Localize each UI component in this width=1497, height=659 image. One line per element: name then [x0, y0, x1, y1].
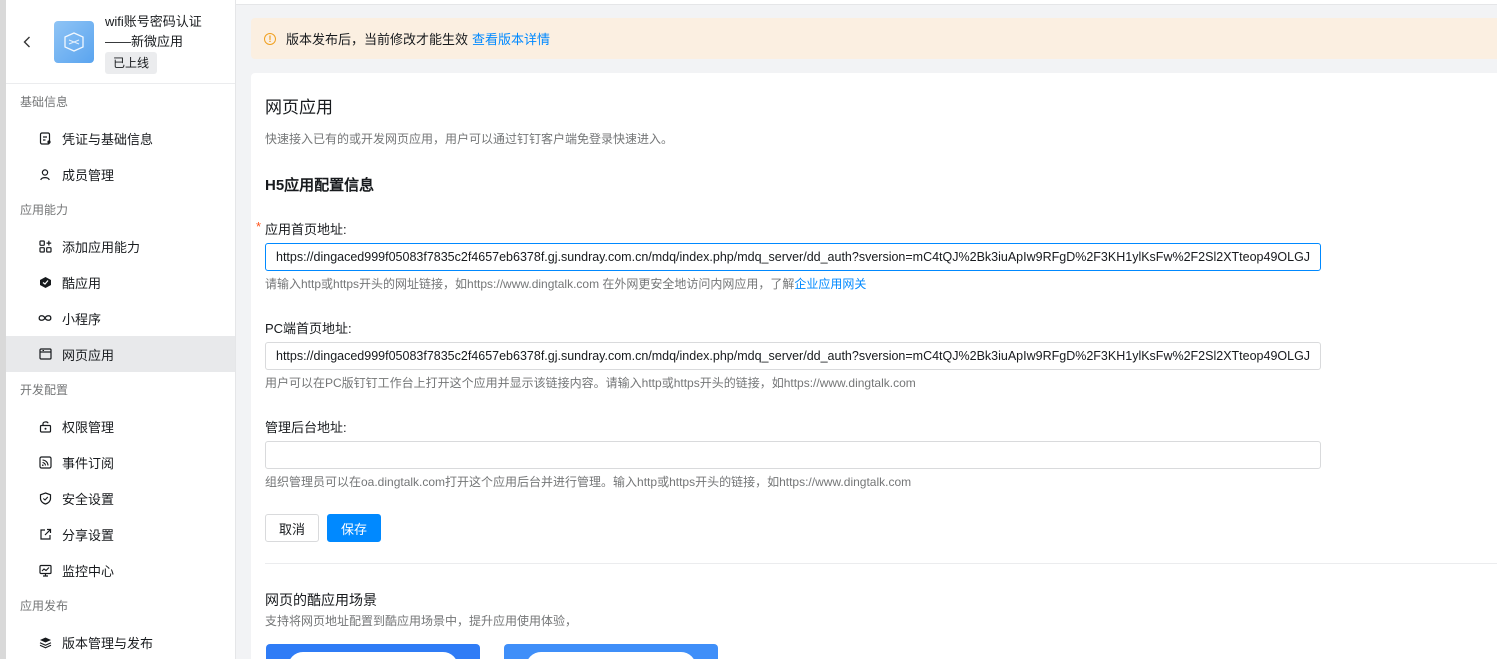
release-notice: ! 版本发布后，当前修改才能生效 查看版本详情 — [251, 18, 1497, 59]
sidebar-item-monitor[interactable]: 监控中心 — [6, 552, 235, 588]
section-title: H5应用配置信息 — [265, 177, 375, 194]
sidebar-item-mini-program[interactable]: 小程序 — [6, 300, 235, 336]
save-button[interactable]: 保存 — [327, 514, 381, 542]
admin-url-input[interactable] — [265, 441, 1321, 469]
nav-group-label: 基础信息 — [20, 95, 69, 109]
sidebar-item-label: 监控中心 — [62, 563, 115, 579]
pc-url-label: PC端首页地址: — [265, 321, 352, 336]
admin-url-label: 管理后台地址: — [265, 420, 347, 435]
cancel-button[interactable]: 取消 — [265, 514, 319, 542]
view-version-details-link[interactable]: 查看版本详情 — [472, 29, 550, 48]
back-button[interactable] — [20, 34, 34, 50]
sidebar-item-label: 成员管理 — [62, 167, 115, 183]
sidebar-item-label: 版本管理与发布 — [62, 635, 154, 651]
layers-icon — [38, 635, 52, 649]
sidebar: wifi账号密码认证——新微应用 已上线 基础信息 凭证与基础信息 成员管理 应… — [6, 0, 236, 659]
sidebar-item-security[interactable]: 安全设置 — [6, 480, 235, 516]
home-url-label: * 应用首页地址: — [256, 219, 347, 238]
scene-card[interactable] — [266, 644, 480, 659]
scene-card-preview — [288, 652, 458, 659]
sidebar-item-add-capability[interactable]: 添加应用能力 — [6, 228, 235, 264]
sidebar-item-label: 安全设置 — [62, 491, 115, 507]
rss-icon — [38, 455, 52, 469]
divider — [265, 563, 1497, 564]
sidebar-item-cool-app[interactable]: 酷应用 — [6, 264, 235, 300]
pc-url-input[interactable] — [265, 342, 1321, 370]
nav-group-basic: 基础信息 凭证与基础信息 成员管理 — [6, 84, 235, 192]
nav-group-dev-config: 开发配置 权限管理 事件订阅 安全设置 分享设置 监控中心 — [6, 372, 235, 588]
shield-icon — [38, 491, 52, 505]
main-content: ! 版本发布后，当前修改才能生效 查看版本详情 网页应用 快速接入已有的或开发网… — [236, 0, 1497, 659]
member-icon — [38, 167, 52, 181]
lock-icon — [38, 419, 52, 433]
monitor-icon — [38, 563, 52, 577]
admin-url-help: 组织管理员可以在oa.dingtalk.com打开这个应用后台并进行管理。输入h… — [265, 475, 912, 489]
home-url-label-text: 应用首页地址: — [265, 222, 347, 237]
required-mark: * — [256, 219, 262, 234]
sidebar-item-label: 酷应用 — [62, 275, 102, 291]
app-header: wifi账号密码认证——新微应用 已上线 — [6, 0, 235, 84]
app-logo-icon — [64, 32, 84, 52]
sidebar-item-version-release[interactable]: 版本管理与发布 — [6, 624, 235, 659]
warning-icon: ! — [264, 32, 276, 45]
home-url-input[interactable] — [265, 243, 1321, 271]
nav-group-label: 开发配置 — [20, 383, 69, 397]
scene-description: 支持将网页地址配置到酷应用场景中，提升应用使用体验， — [265, 614, 578, 628]
sidebar-item-permissions[interactable]: 权限管理 — [6, 408, 235, 444]
pc-url-help: 用户可以在PC版钉钉工作台上打开这个应用并显示该链接内容。请输入http或htt… — [265, 376, 916, 390]
app-logo — [54, 21, 94, 63]
sidebar-item-label: 事件订阅 — [62, 455, 115, 471]
sidebar-item-web-app[interactable]: 网页应用 — [6, 336, 235, 372]
sidebar-item-label: 网页应用 — [62, 347, 115, 363]
page-description: 快速接入已有的或开发网页应用，用户可以通过钉钉客户端免登录快速进入。 — [265, 132, 674, 146]
web-app-card: 网页应用 快速接入已有的或开发网页应用，用户可以通过钉钉客户端免登录快速进入。 … — [251, 73, 1497, 659]
page-title: 网页应用 — [265, 98, 333, 117]
scene-card-preview — [526, 652, 696, 659]
cool-app-icon — [38, 275, 52, 289]
web-app-icon — [38, 347, 52, 361]
nav-group-label: 应用发布 — [20, 599, 69, 613]
nav-group-capability: 应用能力 添加应用能力 酷应用 小程序 网页应用 — [6, 192, 235, 372]
app-name: wifi账号密码认证——新微应用 — [105, 14, 202, 49]
sidebar-item-label: 分享设置 — [62, 527, 115, 543]
enterprise-gateway-link[interactable]: 企业应用网关 — [794, 277, 866, 291]
sidebar-item-label: 权限管理 — [62, 419, 115, 435]
sidebar-item-label: 小程序 — [62, 311, 102, 327]
top-bar — [236, 0, 1497, 5]
sidebar-item-credentials[interactable]: 凭证与基础信息 — [6, 120, 235, 156]
sidebar-item-share[interactable]: 分享设置 — [6, 516, 235, 552]
share-icon — [38, 527, 52, 541]
chevron-left-icon — [23, 36, 30, 48]
nav-group-release: 应用发布 版本管理与发布 — [6, 588, 235, 659]
sidebar-item-label: 凭证与基础信息 — [62, 131, 154, 147]
sidebar-item-event-subscription[interactable]: 事件订阅 — [6, 444, 235, 480]
nav-group-label: 应用能力 — [20, 203, 69, 217]
scene-title: 网页的酷应用场景 — [265, 592, 377, 608]
scene-card[interactable] — [504, 644, 718, 659]
notice-text: 版本发布后，当前修改才能生效 — [286, 32, 469, 47]
sidebar-item-label: 添加应用能力 — [62, 239, 141, 255]
mini-program-icon — [38, 311, 52, 325]
credential-icon — [38, 131, 52, 145]
add-capability-icon — [38, 239, 52, 253]
sidebar-item-members[interactable]: 成员管理 — [6, 156, 235, 192]
home-url-help-text: 请输入http或https开头的网址链接，如https://www.dingta… — [265, 277, 795, 291]
home-url-help: 请输入http或https开头的网址链接，如https://www.dingta… — [265, 275, 866, 292]
status-badge: 已上线 — [105, 52, 158, 74]
